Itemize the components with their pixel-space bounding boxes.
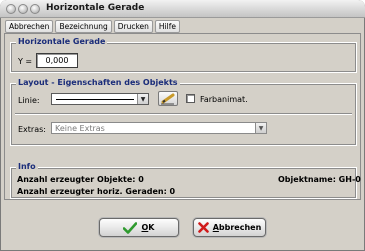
extras-label: Extras: bbox=[18, 125, 46, 134]
title-bar[interactable]: Horizontale Gerade bbox=[0, 0, 365, 18]
abbrechen-label: Abbrechen bbox=[212, 223, 262, 232]
linie-select[interactable]: ▼ bbox=[51, 93, 149, 105]
line-style-preview bbox=[56, 99, 134, 100]
ok-button[interactable]: OK bbox=[99, 218, 179, 237]
extras-value: Keine Extras bbox=[55, 124, 105, 133]
extras-select[interactable]: Keine Extras ▼ bbox=[51, 122, 267, 134]
group-info: Info Anzahl erzeugter Objekte: 0 Objektn… bbox=[10, 162, 361, 199]
group-horizontale-gerade: Horizontale Gerade Y = 0,000 bbox=[10, 37, 357, 73]
close-window-button[interactable] bbox=[6, 4, 16, 14]
zoom-window-button[interactable] bbox=[30, 4, 40, 14]
main-panel: Horizontale Gerade Y = 0,000 Layout - Ei… bbox=[4, 33, 361, 200]
chevron-down-icon: ▼ bbox=[255, 123, 266, 133]
cross-icon bbox=[197, 222, 209, 233]
checkmark-icon bbox=[123, 221, 138, 234]
menu-item-hilfe[interactable]: Hilfe bbox=[154, 20, 180, 33]
group-layout: Layout - Eigenschaften des Objekts Linie… bbox=[10, 78, 357, 146]
group-title-info: Info bbox=[16, 162, 38, 171]
abbrechen-button[interactable]: Abbrechen bbox=[193, 218, 266, 237]
farbanimat-checkbox[interactable] bbox=[186, 94, 195, 103]
group-title-gerade: Horizontale Gerade bbox=[16, 37, 108, 46]
ok-label: OK bbox=[141, 223, 155, 232]
menu-item-drucken[interactable]: Drucken bbox=[113, 20, 153, 33]
linie-edit-button[interactable] bbox=[158, 91, 178, 106]
layout-divider bbox=[15, 113, 352, 115]
y-value-input[interactable]: 0,000 bbox=[36, 53, 78, 68]
y-label: Y = bbox=[18, 57, 33, 66]
chevron-down-icon: ▼ bbox=[137, 94, 148, 104]
objects-created-text: Anzahl erzeugter Objekte: 0 bbox=[17, 175, 144, 184]
dialog-window: Horizontale Gerade Abbrechen Bezeichnung… bbox=[0, 0, 365, 251]
menu-bar: Abbrechen Bezeichnung Drucken Hilfe bbox=[5, 20, 180, 33]
minimize-window-button[interactable] bbox=[18, 4, 28, 14]
lines-created-text: Anzahl erzeugter horiz. Geraden: 0 bbox=[17, 187, 176, 196]
menu-item-bezeichnung[interactable]: Bezeichnung bbox=[55, 20, 112, 33]
linie-label: Linie: bbox=[18, 96, 40, 105]
group-title-layout: Layout - Eigenschaften des Objekts bbox=[16, 78, 180, 87]
farbanimat-label: Farbanimat. bbox=[200, 95, 248, 104]
objektname-text: Objektname: GH-0 bbox=[278, 175, 361, 184]
menu-item-abbrechen[interactable]: Abbrechen bbox=[5, 20, 54, 33]
pencil-icon bbox=[161, 93, 175, 105]
window-title: Horizontale Gerade bbox=[46, 3, 145, 13]
